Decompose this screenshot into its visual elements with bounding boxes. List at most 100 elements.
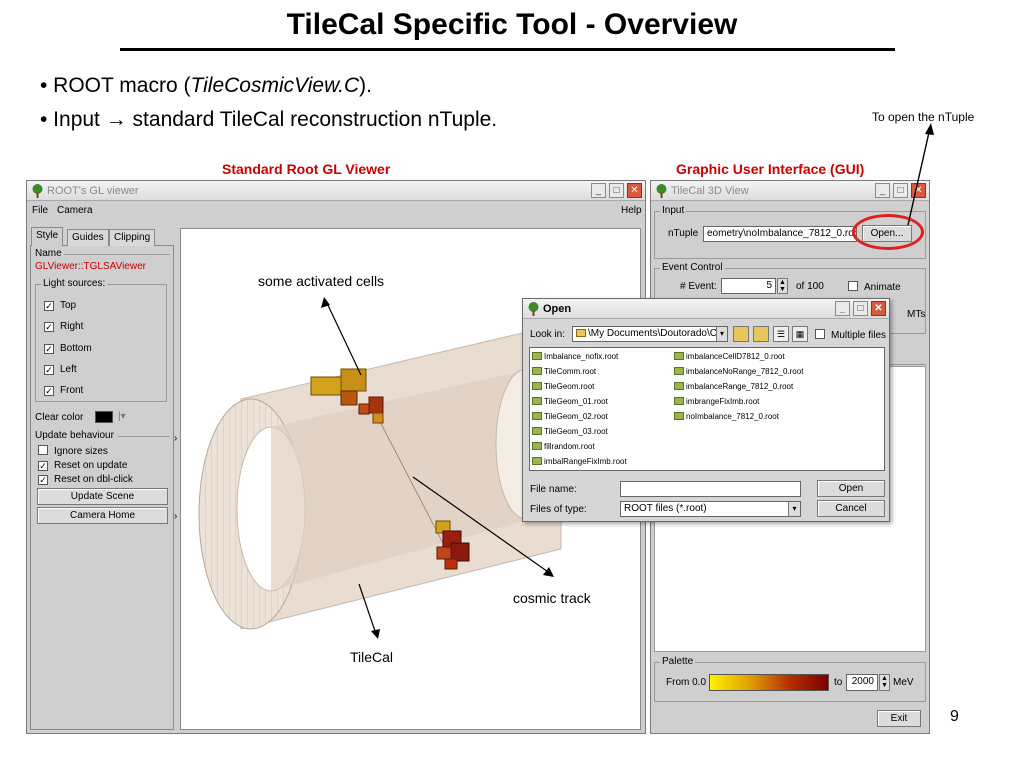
tab-clipping[interactable]: Clipping <box>109 229 156 246</box>
activated-cell <box>358 403 370 415</box>
root-file-icon <box>532 427 542 435</box>
checkbox-icon[interactable]: ✓ <box>44 365 54 375</box>
light-top-label: Top <box>60 300 77 311</box>
file-item-label: TileGeom_01.root <box>544 397 608 406</box>
menu-camera[interactable]: Camera <box>57 205 93 216</box>
checkbox-icon[interactable] <box>38 445 48 455</box>
light-right[interactable]: ✓ Right <box>44 321 83 332</box>
checkbox-icon[interactable] <box>848 281 858 291</box>
name-label: Name <box>35 248 62 259</box>
files-of-type-label: Files of type: <box>530 504 587 515</box>
root-file-icon <box>532 457 542 465</box>
files-of-type-combo[interactable]: ROOT files (*.root) <box>620 501 801 517</box>
maximize-button[interactable]: □ <box>853 301 868 316</box>
minimize-button[interactable]: _ <box>835 301 850 316</box>
clear-color-label: Clear color <box>35 412 84 423</box>
activated-cell <box>368 396 384 414</box>
file-name-label: File name: <box>530 484 577 495</box>
annotation-tilecal: TileCal <box>350 649 394 665</box>
file-item[interactable]: imbalanceCellD7812_0.root <box>674 352 785 361</box>
camera-home-button[interactable]: Camera Home <box>37 507 168 524</box>
splitter-arrow-icon[interactable]: › <box>174 433 177 444</box>
maximize-button[interactable]: □ <box>609 183 624 198</box>
option-reset-on-dblclick[interactable]: ✓ Reset on dbl-click <box>38 474 133 485</box>
file-item[interactable]: imbalanceRange_7812_0.root <box>674 382 793 391</box>
file-item[interactable]: imbalanceNoRange_7812_0.root <box>674 367 803 376</box>
light-left[interactable]: ✓ Left <box>44 364 77 375</box>
open-dialog-title: Open <box>543 303 572 315</box>
open-dialog-titlebar[interactable]: Open _ □ ✕ <box>523 299 889 319</box>
file-item[interactable]: TileGeom_01.root <box>532 397 608 406</box>
folder-up-icon[interactable] <box>733 326 749 342</box>
exit-button[interactable]: Exit <box>877 710 921 727</box>
file-item[interactable]: fillrandom.root <box>532 442 595 451</box>
dialog-open-button[interactable]: Open <box>817 480 885 497</box>
file-item[interactable]: imbrangeFixImb.root <box>674 397 759 406</box>
checkbox-icon[interactable]: ✓ <box>38 461 48 471</box>
file-item[interactable]: Imbalance_nofix.root <box>532 352 618 361</box>
palette-unit: MeV <box>893 677 914 688</box>
file-item[interactable]: TileComm.root <box>532 367 596 376</box>
clear-color-swatch[interactable] <box>95 411 113 423</box>
close-button[interactable]: ✕ <box>871 301 886 316</box>
minimize-button[interactable]: _ <box>875 183 890 198</box>
animate-checkbox[interactable]: Animate <box>848 281 901 293</box>
tilecal-titlebar[interactable]: TileCal 3D View _ □ ✕ <box>651 181 929 201</box>
file-item[interactable]: TileGeom_02.root <box>532 412 608 421</box>
pmts-label: MTs <box>907 309 926 320</box>
palette-spinner-icon[interactable]: ▲ ▼ <box>879 674 890 691</box>
color-dropdown-icon[interactable]: |▾ <box>118 411 126 422</box>
checkbox-icon[interactable]: ✓ <box>38 475 48 485</box>
ntuple-path-field[interactable]: eometry\noImbalance_7812_0.root <box>703 226 857 242</box>
tab-style[interactable]: Style <box>31 227 64 246</box>
option-reset-on-update[interactable]: ✓ Reset on update <box>38 460 127 471</box>
new-folder-icon[interactable] <box>753 326 769 342</box>
option-ignore-sizes[interactable]: Ignore sizes <box>38 445 108 457</box>
input-group-label: Input <box>660 205 687 216</box>
gl-viewer-titlebar[interactable]: ROOT's GL viewer _ □ ✕ <box>27 181 645 201</box>
palette-label: Palette <box>660 656 696 667</box>
menu-file[interactable]: File <box>32 205 48 216</box>
activated-cell <box>436 546 452 560</box>
look-in-dropdown-icon[interactable]: ▾ <box>716 327 727 341</box>
event-label: # Event: <box>680 281 717 292</box>
page-number: 9 <box>950 708 959 725</box>
file-name-field[interactable] <box>620 481 801 497</box>
multiple-files-checkbox[interactable]: Multiple files <box>815 329 886 341</box>
minimize-button[interactable]: _ <box>591 183 606 198</box>
update-behaviour-label: Update behaviour <box>35 430 114 441</box>
checkbox-icon[interactable]: ✓ <box>44 322 54 332</box>
palette-max-field[interactable]: 2000 <box>846 674 878 691</box>
checkbox-icon[interactable] <box>815 329 825 339</box>
update-scene-button[interactable]: Update Scene <box>37 488 168 505</box>
checkbox-icon[interactable]: ✓ <box>44 386 54 396</box>
event-spinner-icon[interactable]: ▲ ▼ <box>777 278 788 294</box>
tab-guides[interactable]: Guides <box>67 229 109 246</box>
look-in-combo[interactable]: \My Documents\Doutorado\C <box>572 326 728 342</box>
light-front[interactable]: ✓ Front <box>44 385 83 396</box>
checkbox-icon[interactable]: ✓ <box>44 301 54 311</box>
activated-cell <box>340 368 367 392</box>
file-item[interactable]: TileGeom.root <box>532 382 594 391</box>
file-item[interactable]: imbalRangeFixImb.root <box>532 457 627 466</box>
file-item[interactable]: TileGeom_03.root <box>532 427 608 436</box>
light-top[interactable]: ✓ Top <box>44 300 76 311</box>
option-label: Reset on dbl-click <box>54 474 133 485</box>
activated-cell <box>310 376 342 396</box>
details-view-icon[interactable]: ▦ <box>792 326 808 342</box>
event-number-field[interactable]: 5 <box>721 278 776 294</box>
file-item[interactable]: noImbalance_7812_0.root <box>674 412 779 421</box>
close-button[interactable]: ✕ <box>627 183 642 198</box>
splitter-arrow-icon[interactable]: › <box>174 511 177 522</box>
option-label: Reset on update <box>54 460 128 471</box>
light-bottom[interactable]: ✓ Bottom <box>44 343 92 354</box>
list-view-icon[interactable]: ☰ <box>773 326 789 342</box>
checkbox-icon[interactable]: ✓ <box>44 344 54 354</box>
label-gui: Graphic User Interface (GUI) <box>676 161 865 177</box>
root-tree-icon <box>656 184 667 198</box>
dialog-cancel-button[interactable]: Cancel <box>817 500 885 517</box>
file-list[interactable] <box>529 347 885 471</box>
type-dropdown-icon[interactable]: ▾ <box>788 502 800 516</box>
update-divider <box>118 436 170 437</box>
menu-help[interactable]: Help <box>621 205 642 216</box>
